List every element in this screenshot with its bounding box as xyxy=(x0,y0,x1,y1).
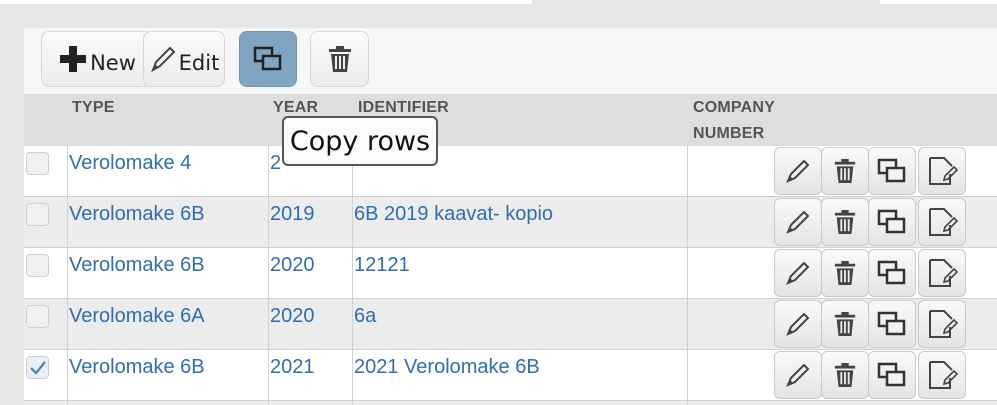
identifier-cell[interactable]: 6B 2019 kaavat- kopio xyxy=(354,197,553,247)
table-row[interactable]: Verolomake 6B 2020 12121 xyxy=(24,248,997,299)
type-link[interactable]: Verolomake 4 xyxy=(69,146,191,196)
type-link[interactable]: Verolomake 6B xyxy=(69,350,205,400)
row-copy-button[interactable] xyxy=(868,249,916,297)
table-row[interactable]: Verolomake 6B 2021 2021 Verolomake 6B xyxy=(24,350,997,401)
new-button[interactable]: New xyxy=(41,31,153,87)
row-document-button[interactable] xyxy=(918,147,966,195)
year-cell: 2019 xyxy=(270,203,315,225)
row-checkbox[interactable] xyxy=(26,203,49,226)
delete-button[interactable] xyxy=(310,31,369,87)
row-delete-button[interactable] xyxy=(821,198,869,246)
type-link[interactable]: Verolomake 6B xyxy=(69,197,205,247)
table-row[interactable]: Verolomake 6B 2019 6B 2019 kaavat- kopio xyxy=(24,197,997,248)
row-delete-button[interactable] xyxy=(821,147,869,195)
row-checkbox[interactable] xyxy=(26,356,49,379)
copy-rows-icon xyxy=(877,158,906,183)
year-cell: 2 xyxy=(270,152,282,174)
copy-rows-icon xyxy=(877,362,906,387)
year-cell: 2020 xyxy=(270,254,315,276)
edit-button[interactable]: Edit xyxy=(143,31,225,87)
identifier-cell[interactable]: 12121 xyxy=(354,248,410,298)
trash-icon xyxy=(834,312,856,336)
table-row[interactable]: Verolomake 4 2 xyxy=(24,146,997,197)
top-tab-strip xyxy=(0,0,532,4)
row-delete-button[interactable] xyxy=(821,300,869,348)
document-icon xyxy=(929,310,958,338)
copy-rows-icon xyxy=(877,260,906,285)
column-divider xyxy=(268,146,269,405)
row-edit-button[interactable] xyxy=(774,198,822,246)
row-checkbox[interactable] xyxy=(26,254,49,277)
trash-icon xyxy=(834,261,856,285)
column-header-identifier[interactable]: IDENTIFIER xyxy=(358,99,449,117)
row-checkbox[interactable] xyxy=(26,305,49,328)
table-row[interactable]: Verolomake 6A 2020 6a xyxy=(24,299,997,350)
row-copy-button[interactable] xyxy=(868,198,916,246)
pencil-icon xyxy=(786,210,810,234)
trash-icon xyxy=(834,159,856,183)
row-delete-button[interactable] xyxy=(821,351,869,399)
document-icon xyxy=(929,259,958,287)
document-icon xyxy=(929,361,958,389)
document-icon xyxy=(929,208,958,236)
row-document-button[interactable] xyxy=(918,249,966,297)
type-link[interactable]: Verolomake 6B xyxy=(69,248,205,298)
pencil-icon xyxy=(786,363,810,387)
row-copy-button[interactable] xyxy=(868,351,916,399)
year-cell: 2020 xyxy=(270,305,315,327)
row-document-button[interactable] xyxy=(918,351,966,399)
copy-rows-tooltip: Copy rows xyxy=(282,116,438,166)
edit-button-label: Edit xyxy=(178,51,220,75)
column-divider xyxy=(352,146,353,405)
document-icon xyxy=(929,157,958,185)
main-panel: New Edit TYPE YEAR IDENTIFIER COMPANY NU… xyxy=(24,28,997,405)
row-delete-button[interactable] xyxy=(821,249,869,297)
pencil-icon xyxy=(786,159,810,183)
row-edit-button[interactable] xyxy=(774,147,822,195)
copy-rows-icon xyxy=(877,311,906,336)
row-edit-button[interactable] xyxy=(774,249,822,297)
copy-rows-button[interactable] xyxy=(239,31,297,87)
column-divider xyxy=(67,146,68,405)
trash-icon xyxy=(834,363,856,387)
top-tab-strip-right xyxy=(880,0,997,4)
top-bar xyxy=(0,0,997,30)
row-document-button[interactable] xyxy=(918,300,966,348)
plus-icon xyxy=(60,46,87,72)
pencil-icon xyxy=(150,46,176,73)
column-header-company[interactable]: COMPANY xyxy=(693,99,775,117)
column-header-year[interactable]: YEAR xyxy=(273,99,318,117)
year-cell: 2021 xyxy=(270,356,315,378)
trash-icon xyxy=(328,46,351,72)
row-copy-button[interactable] xyxy=(868,147,916,195)
toolbar: New Edit xyxy=(24,28,997,94)
copy-rows-icon xyxy=(877,209,906,234)
column-header-number: NUMBER xyxy=(693,125,765,142)
column-header-type[interactable]: TYPE xyxy=(72,99,115,117)
type-link[interactable]: Verolomake 6A xyxy=(69,299,205,349)
row-edit-button[interactable] xyxy=(774,351,822,399)
copy-rows-icon xyxy=(253,46,282,71)
identifier-cell[interactable]: 2021 Verolomake 6B xyxy=(354,350,540,400)
column-divider xyxy=(687,146,688,405)
pencil-icon xyxy=(786,261,810,285)
row-checkbox[interactable] xyxy=(26,152,49,175)
table-header: TYPE YEAR IDENTIFIER COMPANY NUMBER xyxy=(24,94,997,146)
pencil-icon xyxy=(786,312,810,336)
row-edit-button[interactable] xyxy=(774,300,822,348)
row-copy-button[interactable] xyxy=(868,300,916,348)
table-row-partial xyxy=(24,401,997,405)
row-document-button[interactable] xyxy=(918,198,966,246)
checkmark-icon xyxy=(29,360,46,375)
trash-icon xyxy=(834,210,856,234)
identifier-cell[interactable]: 6a xyxy=(354,299,376,349)
new-button-label: New xyxy=(90,51,136,75)
